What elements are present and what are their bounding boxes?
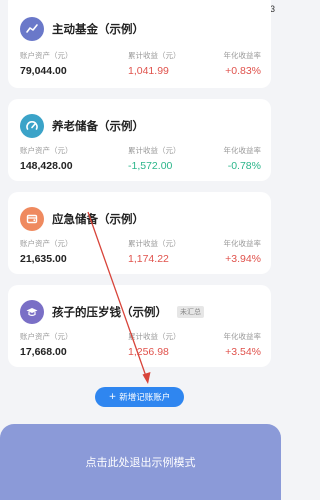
arrow-head bbox=[142, 372, 151, 384]
asset-label: 账户资产（元） bbox=[20, 51, 73, 60]
graduation-cap-icon bbox=[20, 300, 44, 324]
add-account-label: 新增记账账户 bbox=[119, 393, 171, 403]
rate-value: -0.78% bbox=[227, 160, 261, 172]
income-stat: 累计收益（元） 1,174.22 bbox=[128, 238, 181, 265]
account-name: 养老储备（示例） bbox=[52, 119, 144, 133]
asset-stat: 账户资产（元） 17,668.00 bbox=[20, 331, 73, 358]
rate-stat: 年化收益率 +3.54% bbox=[224, 331, 262, 358]
asset-stat: 账户资产（元） 21,635.00 bbox=[20, 238, 73, 265]
rate-stat: 年化收益率 +3.94% bbox=[224, 238, 262, 265]
account-name: 应急储备（示例） bbox=[52, 212, 144, 226]
rate-value: +3.94% bbox=[225, 253, 261, 265]
plus-icon: + bbox=[108, 392, 117, 402]
asset-stat: 账户资产（元） 148,428.00 bbox=[20, 145, 73, 172]
rate-label: 年化收益率 bbox=[223, 51, 262, 60]
account-card-active-fund[interactable]: 主动基金（示例） 账户资产（元） 79,044.00 累计收益（元） 1,041… bbox=[8, 0, 271, 88]
add-account-button[interactable]: + 新增记账账户 bbox=[95, 387, 184, 407]
rate-value: +0.83% bbox=[225, 65, 261, 77]
asset-label: 账户资产（元） bbox=[20, 146, 73, 155]
not-summarized-badge: 未汇总 bbox=[177, 306, 204, 318]
asset-value: 21,635.00 bbox=[20, 253, 67, 265]
income-stat: 累计收益（元） 1,256.98 bbox=[128, 331, 181, 358]
account-card-emergency[interactable]: 应急储备（示例） 账户资产（元） 21,635.00 累计收益（元） 1,174… bbox=[8, 192, 271, 274]
rate-value: +3.54% bbox=[225, 346, 261, 358]
rate-label: 年化收益率 bbox=[223, 239, 262, 248]
asset-label: 账户资产（元） bbox=[20, 332, 73, 341]
asset-label: 账户资产（元） bbox=[20, 239, 73, 248]
income-stat: 累计收益（元） -1,572.00 bbox=[128, 145, 181, 172]
wallet-icon bbox=[20, 207, 44, 231]
income-value: 1,041.99 bbox=[128, 65, 169, 77]
trend-chart-icon bbox=[20, 17, 44, 41]
rate-stat: 年化收益率 -0.78% bbox=[224, 145, 262, 172]
income-label: 累计收益（元） bbox=[128, 332, 181, 341]
income-label: 累计收益（元） bbox=[128, 239, 181, 248]
income-value: 1,174.22 bbox=[128, 253, 169, 265]
rate-label: 年化收益率 bbox=[223, 332, 262, 341]
account-card-kids-money[interactable]: 孩子的压岁钱（示例） 未汇总 账户资产（元） 17,668.00 累计收益（元）… bbox=[8, 285, 271, 367]
account-name: 孩子的压岁钱（示例） bbox=[52, 305, 167, 319]
exit-demo-label: 点击此处退出示例模式 bbox=[85, 456, 196, 469]
asset-value: 148,428.00 bbox=[20, 160, 73, 172]
rate-stat: 年化收益率 +0.83% bbox=[224, 50, 262, 77]
account-card-pension[interactable]: 养老储备（示例） 账户资产（元） 148,428.00 累计收益（元） -1,5… bbox=[8, 99, 271, 181]
rate-label: 年化收益率 bbox=[223, 146, 262, 155]
income-label: 累计收益（元） bbox=[128, 51, 181, 60]
income-value: 1,256.98 bbox=[128, 346, 169, 358]
asset-value: 17,668.00 bbox=[20, 346, 67, 358]
asset-value: 79,044.00 bbox=[20, 65, 67, 77]
income-value: -1,572.00 bbox=[128, 160, 173, 172]
exit-demo-mode-button[interactable]: 点击此处退出示例模式 bbox=[0, 424, 281, 500]
account-name: 主动基金（示例） bbox=[52, 22, 144, 36]
income-label: 累计收益（元） bbox=[128, 146, 181, 155]
income-stat: 累计收益（元） 1,041.99 bbox=[128, 50, 181, 77]
gauge-icon bbox=[20, 114, 44, 138]
asset-stat: 账户资产（元） 79,044.00 bbox=[20, 50, 73, 77]
